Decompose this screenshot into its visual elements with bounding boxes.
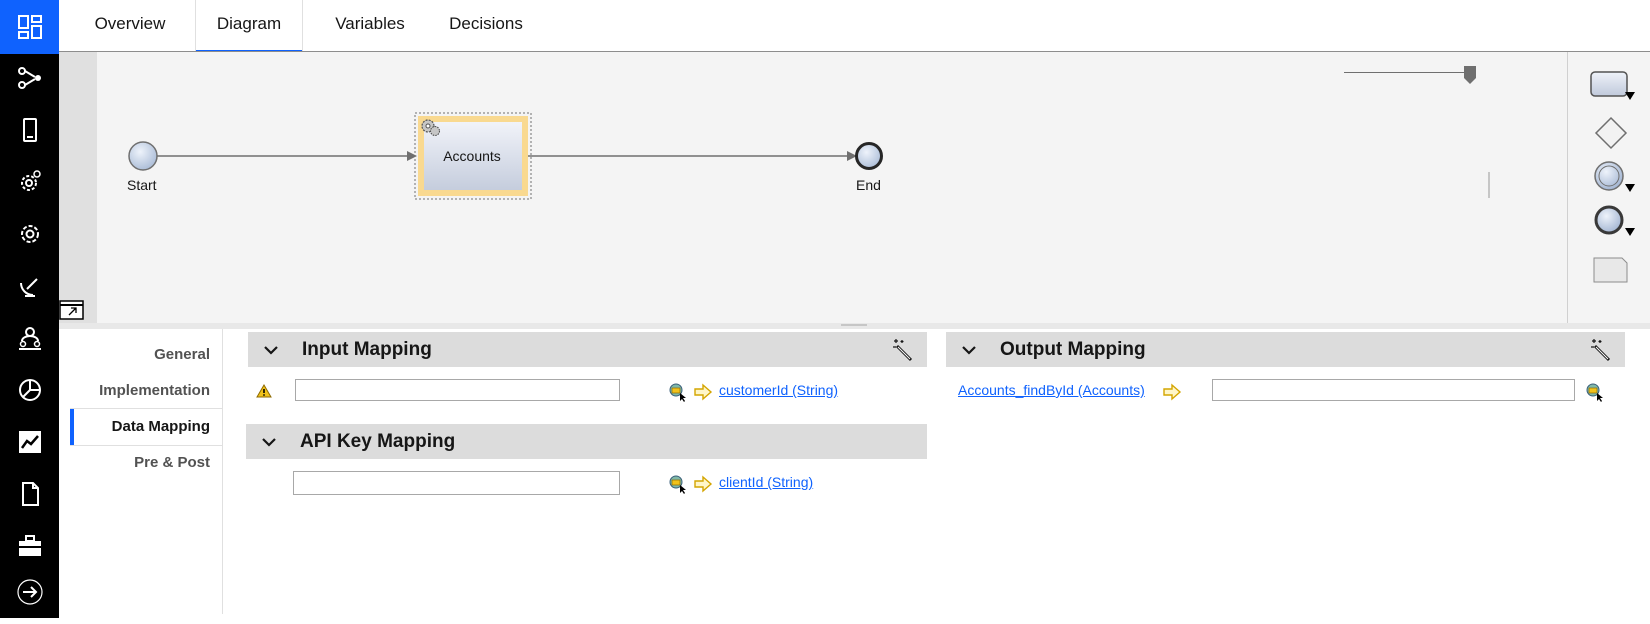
end-event[interactable] bbox=[855, 142, 883, 170]
accounts-find-by-id-link[interactable]: Accounts_findById (Accounts) bbox=[958, 382, 1145, 398]
nav-dashboard[interactable] bbox=[0, 0, 59, 54]
palette-end-event-icon[interactable] bbox=[1592, 204, 1636, 240]
arrow-right-icon bbox=[16, 579, 43, 605]
nav-expand[interactable] bbox=[0, 565, 59, 619]
input-mapping-title: Input Mapping bbox=[302, 338, 432, 360]
tab-variables[interactable]: Variables bbox=[321, 0, 419, 50]
users-icon bbox=[18, 327, 41, 350]
properties-side-tabs: General Implementation Data Mapping Pre … bbox=[70, 337, 222, 481]
nav-services[interactable] bbox=[0, 155, 59, 209]
gear-badge-icon bbox=[20, 170, 41, 191]
zoom-slider-track[interactable] bbox=[1344, 72, 1469, 73]
output-mapping-header: Output Mapping bbox=[946, 332, 1625, 367]
side-tab-implementation[interactable]: Implementation bbox=[70, 373, 222, 409]
nav-mobile[interactable] bbox=[0, 103, 59, 157]
output-mapping-field[interactable] bbox=[1212, 379, 1575, 401]
side-divider bbox=[222, 329, 223, 614]
api-key-mapping-title: API Key Mapping bbox=[300, 430, 456, 452]
variable-picker-icon[interactable] bbox=[668, 474, 688, 494]
dashboard-icon bbox=[17, 15, 42, 39]
side-tab-pre-post[interactable]: Pre & Post bbox=[70, 445, 222, 481]
start-event[interactable] bbox=[128, 141, 158, 171]
magic-wand-icon[interactable] bbox=[1589, 338, 1613, 362]
palette-activity-icon[interactable] bbox=[1590, 70, 1636, 102]
pie-chart-icon bbox=[18, 379, 41, 401]
mobile-icon bbox=[22, 118, 37, 142]
collapse-input-mapping[interactable] bbox=[260, 339, 282, 361]
start-label: Start bbox=[127, 177, 157, 193]
output-mapping-title: Output Mapping bbox=[1000, 338, 1146, 360]
flow-icon bbox=[17, 67, 41, 89]
api-key-mapping-header: API Key Mapping bbox=[246, 424, 927, 459]
arrow-right-icon bbox=[694, 383, 713, 401]
settings-icon bbox=[20, 225, 39, 243]
tab-decisions[interactable]: Decisions bbox=[432, 0, 540, 50]
end-label: End bbox=[856, 177, 881, 193]
nav-users[interactable] bbox=[0, 311, 59, 365]
chevron-down-icon bbox=[262, 437, 276, 447]
collapse-output-mapping[interactable] bbox=[958, 339, 980, 361]
chevron-down-icon bbox=[962, 345, 976, 355]
briefcase-icon bbox=[18, 535, 41, 556]
zoom-slider-handle[interactable] bbox=[1463, 65, 1477, 85]
arrow-right-icon bbox=[694, 475, 713, 493]
arrow-right-icon bbox=[1163, 383, 1182, 401]
variable-picker-icon[interactable] bbox=[1585, 382, 1605, 402]
warning-icon bbox=[256, 384, 272, 398]
satellite-icon bbox=[19, 278, 38, 297]
magic-wand-icon[interactable] bbox=[891, 338, 915, 362]
nav-satellite[interactable] bbox=[0, 259, 59, 313]
chevron-down-icon bbox=[264, 345, 278, 355]
expand-canvas-icon[interactable] bbox=[59, 299, 85, 321]
palette-intermediate-event-icon[interactable] bbox=[1592, 160, 1636, 196]
diagram-canvas[interactable]: Start Accounts End bbox=[97, 52, 1621, 324]
customer-id-link[interactable]: customerId (String) bbox=[719, 382, 838, 398]
nav-settings[interactable] bbox=[0, 207, 59, 261]
input-mapping-header: Input Mapping bbox=[248, 332, 927, 367]
shape-palette bbox=[1567, 52, 1650, 324]
splitter-grip[interactable] bbox=[1488, 172, 1490, 198]
palette-gateway-icon[interactable] bbox=[1594, 116, 1628, 150]
nav-flow[interactable] bbox=[0, 51, 59, 105]
process-diagram: Start Accounts End bbox=[59, 51, 1650, 324]
properties-panel: General Implementation Data Mapping Pre … bbox=[59, 323, 1650, 624]
side-tab-general[interactable]: General bbox=[70, 337, 222, 373]
tab-overview[interactable]: Overview bbox=[85, 0, 175, 50]
left-nav bbox=[0, 0, 59, 618]
tab-diagram[interactable]: Diagram bbox=[196, 0, 302, 53]
diagram-svg bbox=[128, 112, 883, 200]
nav-documents[interactable] bbox=[0, 467, 59, 521]
diagram-gutter bbox=[59, 52, 97, 324]
line-chart-icon bbox=[18, 431, 41, 453]
collapse-api-key-mapping[interactable] bbox=[258, 431, 280, 453]
document-icon bbox=[21, 482, 39, 506]
palette-note-icon[interactable] bbox=[1592, 255, 1632, 285]
tab-bar: Overview Diagram Variables Decisions bbox=[59, 0, 1650, 53]
api-key-mapping-field[interactable] bbox=[293, 471, 620, 495]
nav-reports[interactable] bbox=[0, 415, 59, 469]
client-id-link[interactable]: clientId (String) bbox=[719, 474, 813, 490]
activity-label: Accounts bbox=[443, 148, 501, 164]
panel-resize-grip[interactable] bbox=[841, 324, 867, 326]
variable-picker-icon[interactable] bbox=[668, 382, 688, 402]
input-mapping-field[interactable] bbox=[295, 379, 620, 401]
nav-analytics[interactable] bbox=[0, 363, 59, 417]
side-tab-data-mapping[interactable]: Data Mapping bbox=[70, 409, 222, 445]
